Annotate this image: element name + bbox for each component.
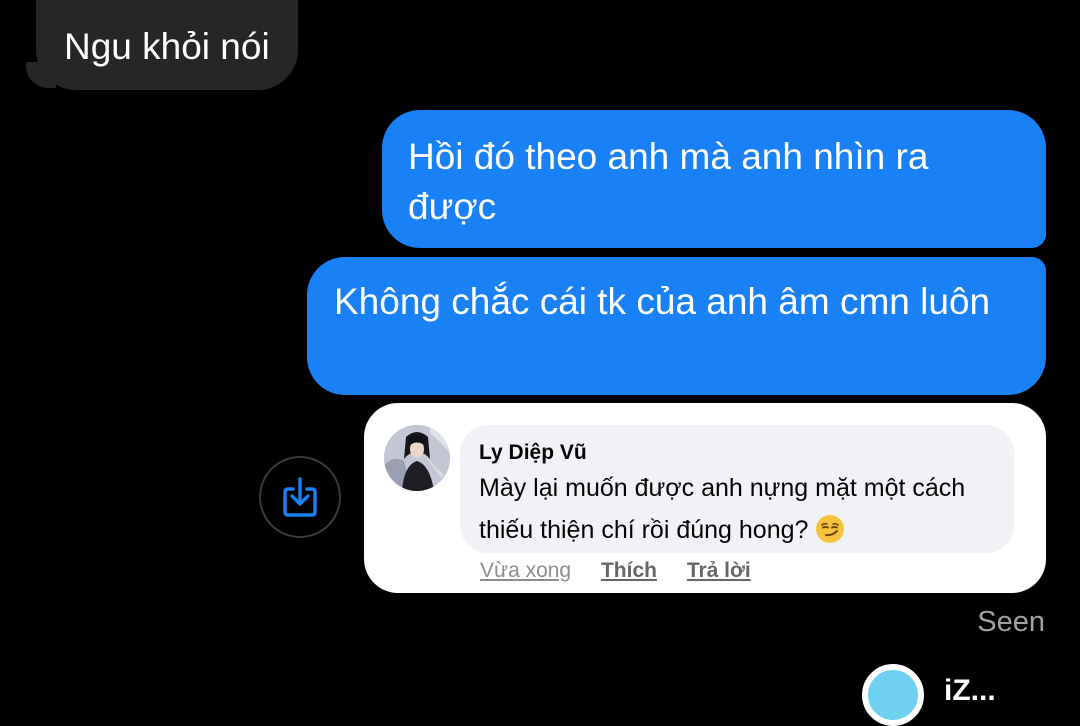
shared-comment-card[interactable]: Ly Diệp Vũ Mày lại muốn được anh nựng mặ… bbox=[364, 403, 1046, 593]
share-download-icon bbox=[283, 477, 317, 517]
received-message-bubble[interactable]: Ngu khỏi nói bbox=[36, 0, 298, 90]
comment-timestamp-link[interactable]: Vừa xong bbox=[480, 557, 571, 585]
sent-message-text: Không chắc cái tk của anh âm cmn luôn bbox=[334, 281, 991, 322]
sent-message-bubble[interactable]: Không chắc cái tk của anh âm cmn luôn bbox=[307, 257, 1046, 395]
like-link[interactable]: Thích bbox=[601, 557, 657, 585]
reply-link[interactable]: Trả lời bbox=[687, 557, 751, 585]
smirking-face-icon bbox=[816, 515, 845, 543]
sent-message-text: Hồi đó theo anh mà anh nhìn ra được bbox=[408, 136, 929, 227]
avatar-image bbox=[384, 425, 450, 491]
sent-message-bubble[interactable]: Hồi đó theo anh mà anh nhìn ra được bbox=[382, 110, 1046, 248]
comment-bubble: Ly Diệp Vũ Mày lại muốn được anh nựng mặ… bbox=[460, 425, 1014, 553]
comment-author-name[interactable]: Ly Diệp Vũ bbox=[479, 439, 996, 467]
comment-actions: Vừa xong Thích Trả lời bbox=[480, 557, 775, 585]
received-message-text: Ngu khỏi nói bbox=[64, 26, 270, 67]
seen-status: Seen bbox=[977, 606, 1045, 638]
watermark-text: iZ... bbox=[944, 674, 996, 707]
comment-body: Mày lại muốn được anh nựng mặt một cách … bbox=[479, 474, 966, 544]
comment-text: Mày lại muốn được anh nựng mặt một cách … bbox=[479, 467, 996, 551]
watermark-logo-icon bbox=[862, 664, 924, 726]
share-button[interactable] bbox=[259, 456, 341, 538]
avatar[interactable] bbox=[384, 425, 450, 491]
